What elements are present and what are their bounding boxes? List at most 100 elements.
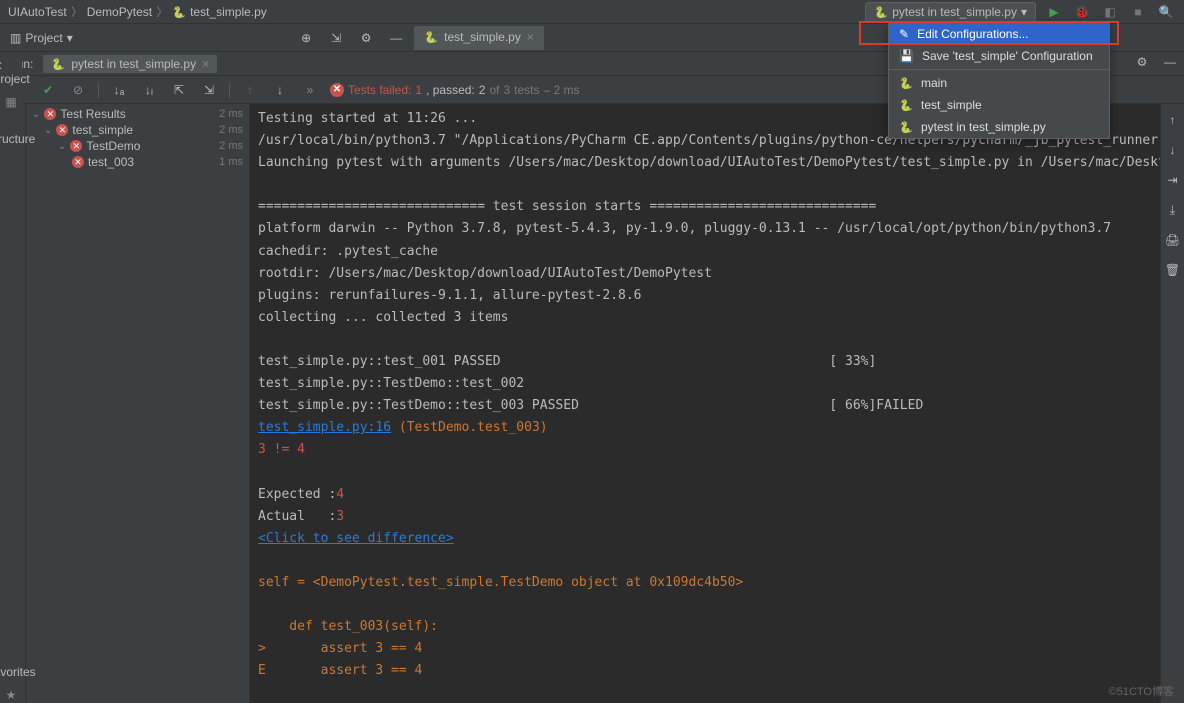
breadcrumb-item[interactable]: test_simple.py [190,5,267,19]
scroll-end-icon[interactable]: ⤓ [1163,200,1183,220]
right-gutter: ↑ ↓ ⇥ ⤓ 🖨 🗑 [1160,104,1184,703]
console-line: test_simple.py::test_001 PASSED [ 33%] [258,354,876,369]
run-tab[interactable]: pytest in test_simple.py × [43,55,217,73]
gear-icon[interactable]: ⚙ [356,28,376,48]
project-label: Project [25,31,62,45]
pytest-icon [51,57,65,71]
more-button[interactable]: » [300,80,320,100]
dropdown-item-test-simple[interactable]: test_simple [889,94,1109,116]
console-line: ============================= test sessi… [258,199,876,214]
search-button[interactable]: 🔍 [1156,2,1176,22]
python-file-icon [172,5,186,19]
console-line: 3 != 4 [258,442,305,457]
locate-icon[interactable]: ⊕ [296,28,316,48]
python-file-icon [424,30,438,44]
run-config-label: pytest in test_simple.py [892,5,1017,19]
python-icon [899,98,913,112]
top-toolbar: pytest in test_simple.py ▾ ▶ 🐞 ◧ ■ 🔍 [865,2,1176,22]
coverage-button[interactable]: ◧ [1100,2,1120,22]
chevron-right-icon: 〉 [71,3,83,20]
python-icon [899,76,913,90]
structure-toolwindow-button[interactable]: 7: Structure [0,118,35,146]
chevron-down-icon: ▾ [67,31,73,45]
project-toolwindow-button[interactable]: 1: Project [0,58,30,86]
fail-icon: ✕ [330,83,344,97]
console-line: E assert 3 == 4 [258,663,422,678]
star-icon: ★ [3,687,19,703]
up-arrow-icon[interactable]: ↑ [1163,110,1183,130]
breadcrumb-item[interactable]: UIAutoTest [8,5,67,19]
run-button[interactable]: ▶ [1044,2,1064,22]
save-icon: 💾 [899,49,914,63]
console-value: 3 [336,509,344,524]
divider [229,82,230,98]
fail-icon: ✕ [72,156,84,168]
console-output[interactable]: Testing started at 11:26 ... /usr/local/… [250,104,1160,703]
minimize-icon[interactable]: — [386,28,406,48]
folder-icon: ▥ [10,31,21,45]
collapse-button[interactable]: ⇲ [199,80,219,100]
console-line: > assert 3 == 4 [258,641,422,656]
favorites-toolwindow-button[interactable]: 2: Favorites [0,651,36,679]
diff-link[interactable]: <Click to see difference> [258,531,454,546]
tree-label: test_simple [72,123,133,137]
dropdown-label: pytest in test_simple.py [921,120,1046,134]
dropdown-item-edit-configurations[interactable]: ✎ Edit Configurations... [889,23,1109,45]
trash-icon[interactable]: 🗑 [1163,260,1183,280]
close-icon[interactable]: × [202,57,209,71]
dropdown-label: Edit Configurations... [917,27,1028,41]
console-line: Expected : [258,487,336,502]
run-config-dropdown: ✎ Edit Configurations... 💾 Save 'test_si… [888,22,1110,139]
dropdown-item-pytest[interactable]: pytest in test_simple.py [889,116,1109,138]
dropdown-item-main[interactable]: main [889,72,1109,94]
breadcrumb-item[interactable]: DemoPytest [87,5,152,19]
stop-button[interactable]: ■ [1128,2,1148,22]
minimize-icon[interactable]: — [1160,52,1180,72]
tree-item[interactable]: ⌄ ✕ test_simple 2 ms [26,122,249,138]
tree-time: 2 ms [219,108,243,120]
console-line: def test_003(self): [258,619,438,634]
soft-wrap-icon[interactable]: ⇥ [1163,170,1183,190]
sort-button[interactable]: ↓ₐ [109,80,129,100]
separator [889,69,1109,70]
passed-label: , passed: [426,83,475,97]
test-summary: ✕ Tests failed: 1 , passed: 2 of 3 tests… [330,83,580,97]
tool-window-bar: 1: Project ▦ 7: Structure 2: Favorites ★ [0,52,22,703]
expand-button[interactable]: ⇱ [169,80,189,100]
tree-item[interactable]: ✕ test_003 1 ms [26,154,249,170]
toggle-ignored-button[interactable]: ⊘ [68,80,88,100]
console-line: collecting ... collected 3 items [258,310,508,325]
sort-button-2[interactable]: ↓ᵢ [139,80,159,100]
run-config-selector[interactable]: pytest in test_simple.py ▾ [865,2,1036,22]
console-line: rootdir: /Users/mac/Desktop/download/UIA… [258,266,712,281]
console-line: (TestDemo.test_003) [391,420,548,435]
prev-button[interactable]: ↑ [240,80,260,100]
of-label: of [489,83,499,97]
dropdown-item-save-configuration[interactable]: 💾 Save 'test_simple' Configuration [889,45,1109,67]
dropdown-label: main [921,76,947,90]
tree-label: test_003 [88,155,134,169]
gear-icon[interactable]: ⚙ [1132,52,1152,72]
console-line: self = <DemoPytest.test_simple.TestDemo … [258,575,743,590]
next-button[interactable]: ↓ [270,80,290,100]
edit-icon: ✎ [899,27,909,41]
collapse-icon[interactable]: ⇲ [326,28,346,48]
file-link[interactable]: test_simple.py:16 [258,420,391,435]
project-view-selector[interactable]: ▥ Project ▾ [0,31,83,45]
toggle-pass-button[interactable]: ✔ [38,80,58,100]
down-arrow-icon[interactable]: ↓ [1163,140,1183,160]
failed-label: Tests failed: [348,83,411,97]
tree-time: 2 ms [219,124,243,136]
structure-icon[interactable]: ▦ [3,94,19,110]
top-bar: UIAutoTest 〉 DemoPytest 〉 test_simple.py… [0,0,1184,24]
close-icon[interactable]: × [527,30,534,44]
console-line: Testing started at 11:26 ... [258,111,477,126]
console-line: test_simple.py::TestDemo::test_002 [258,376,532,391]
tree-item[interactable]: ⌄ ✕ TestDemo 2 ms [26,138,249,154]
debug-button[interactable]: 🐞 [1072,2,1092,22]
print-icon[interactable]: 🖨 [1163,230,1183,250]
editor-tab[interactable]: test_simple.py × [414,26,544,50]
chevron-down-icon: ⌄ [44,125,52,136]
tree-root[interactable]: ⌄ ✕ Test Results 2 ms [26,106,249,122]
dropdown-label: Save 'test_simple' Configuration [922,49,1093,63]
